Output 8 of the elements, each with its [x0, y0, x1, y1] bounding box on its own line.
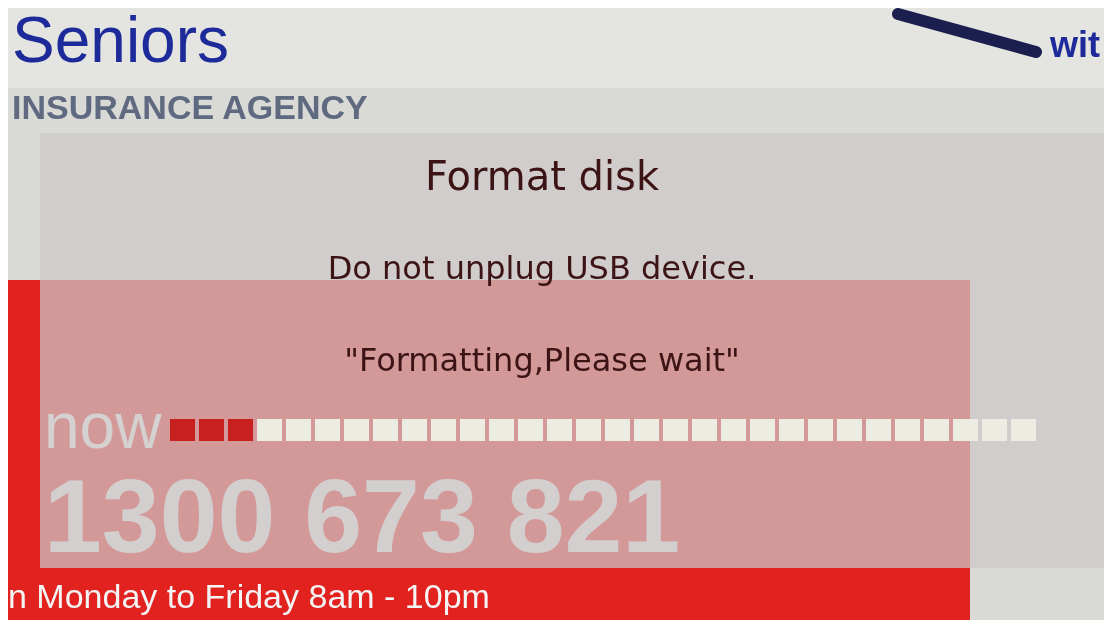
opening-hours: n Monday to Friday 8am - 10pm — [8, 577, 491, 616]
warning-text: Do not unplug USB device. — [327, 249, 757, 287]
status-text: "Formatting,Please wait" — [344, 341, 740, 379]
brand-name: Seniors — [12, 8, 229, 72]
advert-text: wit — [1050, 24, 1101, 66]
advert-text: now — [44, 391, 162, 461]
tagline: INSURANCE AGENCY — [11, 88, 369, 128]
dialog-title: Format disk — [424, 153, 660, 199]
